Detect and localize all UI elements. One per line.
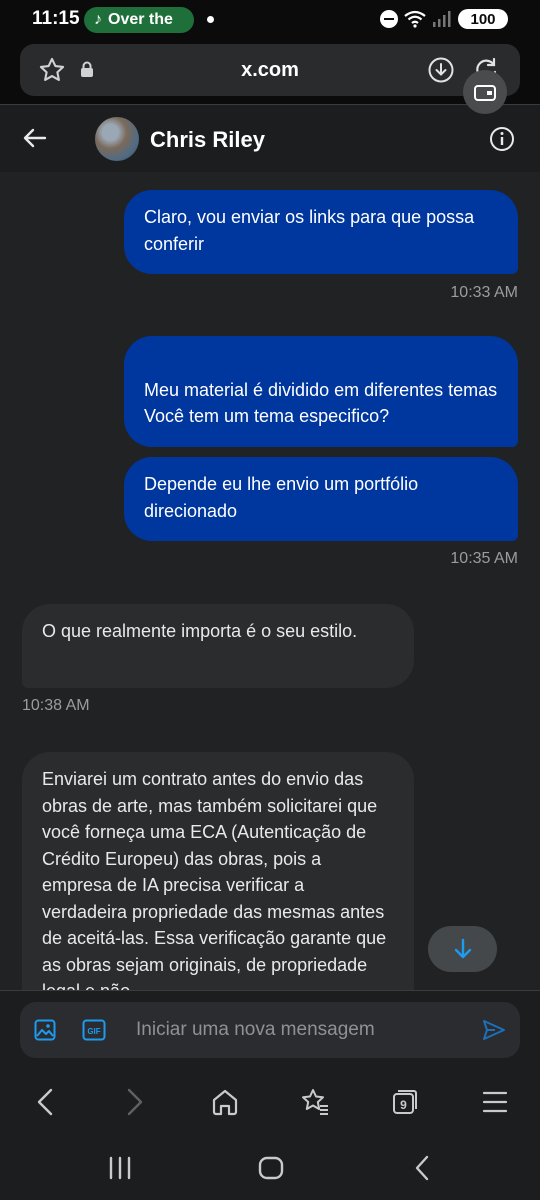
contact-name[interactable]: Chris Riley xyxy=(150,127,265,153)
tab-switch-icon xyxy=(474,85,496,101)
browser-tabs-button[interactable]: 9 xyxy=(380,1077,430,1127)
message-text: Meu material é dividido em diferentes te… xyxy=(144,379,498,427)
notification-dot xyxy=(207,16,214,23)
system-back-icon[interactable] xyxy=(412,1154,432,1182)
message-text: Claro, vou enviar os links para que poss… xyxy=(144,207,475,254)
message-bubble-incoming[interactable]: Enviarei um contrato antes do envio das … xyxy=(22,752,414,990)
browser-back-button[interactable] xyxy=(20,1077,70,1127)
browser-forward-button[interactable] xyxy=(110,1077,160,1127)
info-icon[interactable] xyxy=(489,126,515,152)
image-icon[interactable] xyxy=(34,1019,56,1041)
address-bar[interactable]: x.com xyxy=(20,44,520,96)
browser-bottom-nav: 9 xyxy=(0,1066,540,1138)
message-timestamp: 10:38 AM xyxy=(22,697,90,714)
home-icon xyxy=(212,1089,238,1116)
tabs-icon: 9 xyxy=(393,1090,417,1114)
gif-icon[interactable]: GIF xyxy=(82,1019,106,1041)
download-icon[interactable] xyxy=(428,57,454,83)
message-text: Enviarei um contrato antes do envio das … xyxy=(42,769,387,990)
status-bar: 11:15 ♪ Over the 100 xyxy=(0,0,540,40)
message-list[interactable]: Claro, vou enviar os links para que poss… xyxy=(0,172,540,990)
arrow-down-icon xyxy=(454,938,471,959)
tab-switch-button[interactable] xyxy=(463,70,507,114)
media-label: Over the xyxy=(108,11,173,28)
message-composer: GIF xyxy=(0,990,540,1066)
system-nav-bar xyxy=(0,1138,540,1200)
composer-box: GIF xyxy=(20,1002,520,1058)
browser-home-button[interactable] xyxy=(200,1077,250,1127)
conversation-header: Chris Riley xyxy=(0,104,540,172)
message-bubble-outgoing[interactable]: Depende eu lhe envio um portfólio direci… xyxy=(124,457,518,541)
gif-label: GIF xyxy=(87,1027,100,1036)
message-text: Depende eu lhe envio um portfólio direci… xyxy=(144,474,419,521)
wifi-icon xyxy=(404,10,426,28)
message-text: O que realmente importa é o seu estilo. xyxy=(42,621,358,641)
browser-bookmarks-button[interactable] xyxy=(290,1077,340,1127)
music-note-icon: ♪ xyxy=(94,11,102,28)
message-bubble-outgoing[interactable]: Claro, vou enviar os links para que poss… xyxy=(124,190,518,274)
bookmarks-icon xyxy=(302,1089,328,1115)
status-time: 11:15 xyxy=(32,8,80,29)
chevron-right-icon xyxy=(127,1088,143,1116)
signal-icon xyxy=(433,11,451,27)
home-button-icon[interactable] xyxy=(258,1154,284,1182)
message-bubble-incoming[interactable]: O que realmente importa é o seu estilo. xyxy=(22,604,414,688)
recents-icon[interactable] xyxy=(108,1154,132,1182)
back-arrow-icon[interactable] xyxy=(22,125,48,151)
menu-icon xyxy=(482,1091,508,1113)
scroll-to-bottom-button[interactable] xyxy=(428,926,497,972)
media-pill[interactable]: ♪ Over the xyxy=(84,7,194,33)
message-bubble-outgoing[interactable]: Meu material é dividido em diferentes te… xyxy=(124,336,518,447)
browser-toolbar: x.com xyxy=(0,40,540,104)
send-icon[interactable] xyxy=(482,1018,506,1042)
message-timestamp: 10:33 AM xyxy=(450,284,518,301)
avatar[interactable] xyxy=(95,117,139,161)
message-timestamp: 10:35 AM xyxy=(450,550,518,567)
battery-level: 100 xyxy=(470,10,496,28)
dnd-icon xyxy=(380,10,398,28)
tab-count: 9 xyxy=(400,1098,407,1112)
chevron-left-icon xyxy=(37,1088,53,1116)
status-icons: 100 xyxy=(380,9,508,29)
battery-indicator: 100 xyxy=(458,9,508,29)
browser-menu-button[interactable] xyxy=(470,1077,520,1127)
message-input[interactable] xyxy=(136,1014,466,1046)
